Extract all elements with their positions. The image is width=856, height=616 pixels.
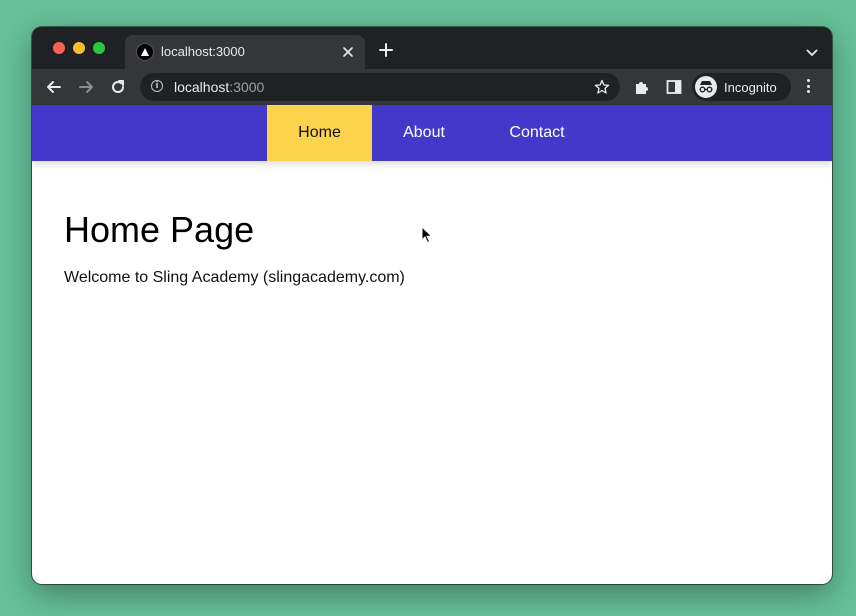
forward-arrow-icon[interactable] (77, 78, 95, 96)
nextjs-favicon-icon (137, 44, 153, 60)
tab-title: localhost:3000 (161, 44, 245, 59)
browser-window: localhost:3000 i localhost:3000 Incognit… (32, 27, 832, 584)
welcome-text: Welcome to Sling Academy (slingacademy.c… (64, 269, 405, 286)
extensions-icon[interactable] (633, 78, 651, 96)
url-host: localhost (174, 79, 230, 95)
more-menu-icon[interactable] (807, 79, 811, 96)
nav-home-link[interactable]: Home (267, 105, 372, 161)
incognito-profile-button[interactable]: Incognito (692, 73, 791, 101)
star-icon[interactable] (594, 79, 610, 100)
browser-tab[interactable]: localhost:3000 (125, 35, 365, 69)
plus-icon[interactable] (377, 41, 395, 59)
browser-toolbar: i localhost:3000 Incognito (32, 69, 832, 105)
mouse-cursor-icon (421, 225, 433, 249)
back-arrow-icon[interactable] (45, 78, 63, 96)
address-bar[interactable]: i localhost:3000 (140, 73, 620, 101)
side-panel-icon[interactable] (665, 78, 683, 96)
close-window-button[interactable] (53, 42, 65, 54)
url-port: :3000 (229, 79, 265, 95)
nav-about-link[interactable]: About (382, 105, 466, 161)
chevron-down-icon[interactable] (806, 44, 818, 62)
page-title: Home Page (64, 209, 255, 250)
maximize-window-button[interactable] (93, 42, 105, 54)
reload-icon[interactable] (109, 78, 127, 96)
incognito-label: Incognito (724, 80, 777, 95)
info-icon[interactable]: i (151, 80, 163, 92)
minimize-window-button[interactable] (73, 42, 85, 54)
close-icon[interactable] (339, 43, 357, 61)
web-page: Home About Contact Home Page Welcome to … (32, 105, 832, 584)
url-text[interactable]: localhost:3000 (174, 79, 264, 95)
nav-contact-link[interactable]: Contact (492, 105, 582, 161)
navbar: Home About Contact (32, 105, 832, 161)
incognito-icon (695, 76, 717, 98)
tab-strip: localhost:3000 (32, 27, 832, 69)
